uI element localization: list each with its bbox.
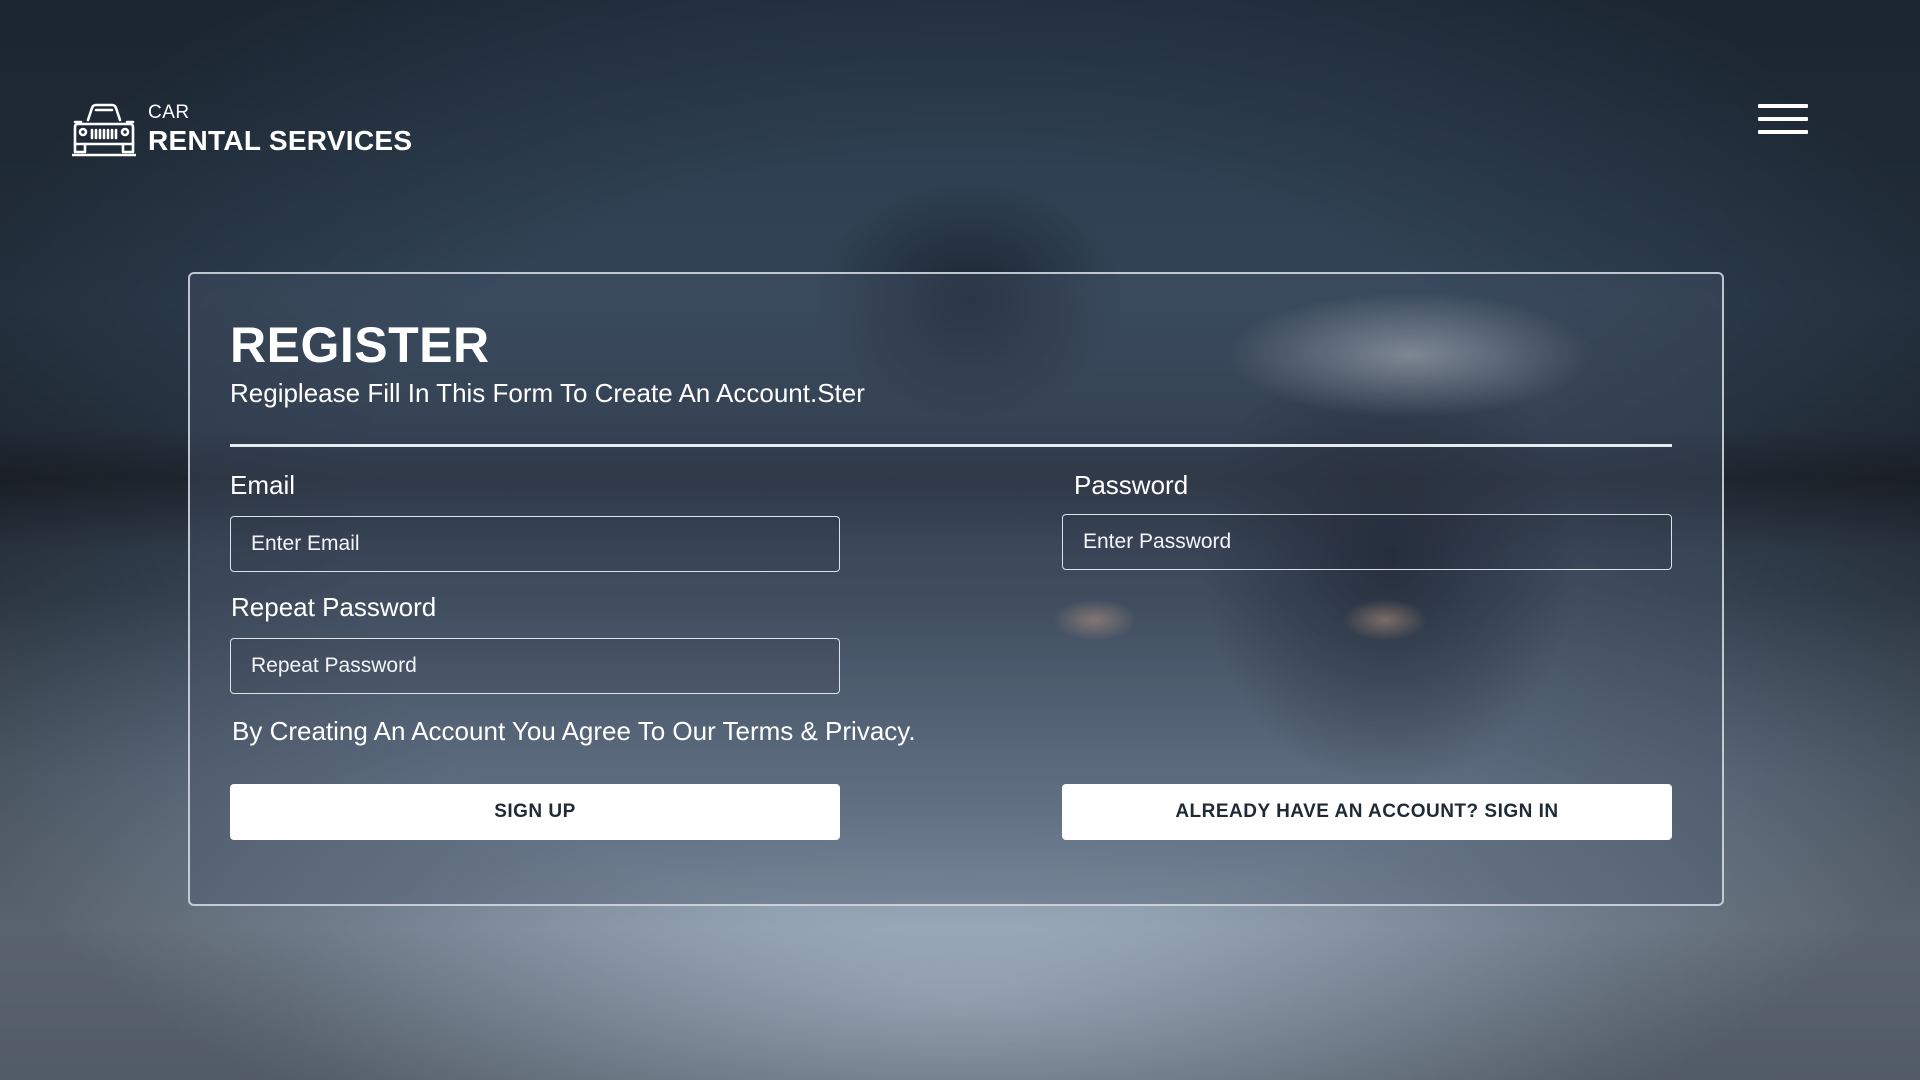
password-label: Password <box>1074 470 1189 500</box>
hamburger-menu-icon[interactable] <box>1758 104 1810 144</box>
menu-bar <box>1758 117 1808 121</box>
password-field[interactable] <box>1062 514 1672 570</box>
menu-bar <box>1758 104 1808 108</box>
email-label: Email <box>230 470 296 500</box>
sign-up-button[interactable]: SIGN UP <box>230 784 840 840</box>
register-form-card: REGISTER Regiplease Fill In This Form To… <box>188 272 1724 906</box>
sign-in-button[interactable]: ALREADY HAVE AN ACCOUNT? SIGN IN <box>1062 784 1672 840</box>
brand-name-small: CAR <box>148 102 190 123</box>
form-subtitle: Regiplease Fill In This Form To Create A… <box>230 378 865 408</box>
car-icon <box>72 103 136 157</box>
brand-name-large: RENTAL SERVICES <box>148 125 413 156</box>
terms-notice: By Creating An Account You Agree To Our … <box>232 716 916 746</box>
repeat-password-field[interactable] <box>230 638 840 694</box>
form-divider <box>230 444 1672 447</box>
brand-logo[interactable]: CAR RENTAL SERVICES <box>72 100 412 158</box>
menu-bar <box>1758 130 1808 134</box>
form-title: REGISTER <box>230 317 490 373</box>
email-field[interactable] <box>230 516 840 572</box>
repeat-password-label: Repeat Password <box>231 592 437 622</box>
